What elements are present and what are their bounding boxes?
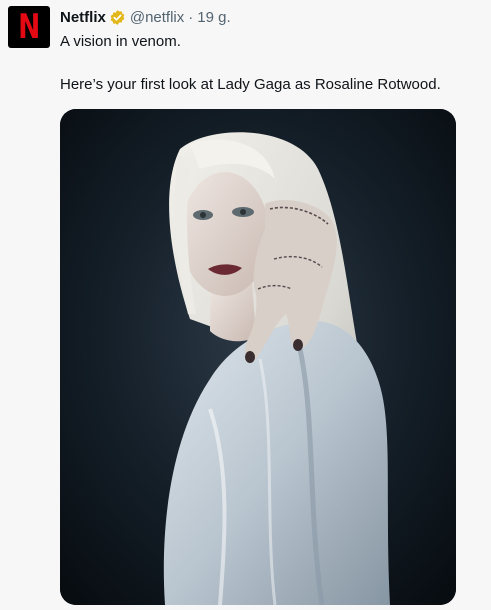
- author-handle[interactable]: @netflix: [130, 9, 184, 26]
- netflix-avatar[interactable]: N: [8, 6, 50, 48]
- verified-badge-icon: [109, 9, 126, 26]
- tweet-text-line-1: A vision in venom.: [60, 33, 181, 50]
- author-name[interactable]: Netflix: [60, 9, 106, 26]
- tweet[interactable]: N Netflix @netflix · 19 g. A vision in v…: [0, 0, 491, 610]
- portrait-illustration: [60, 109, 456, 605]
- tweet-text-line-2: Here’s your first look at Lady Gaga as R…: [60, 76, 441, 93]
- tweet-timestamp[interactable]: 19 g.: [197, 9, 230, 26]
- tweet-header: Netflix @netflix · 19 g.: [60, 7, 231, 27]
- separator-dot: ·: [188, 8, 194, 26]
- tweet-photo[interactable]: [60, 109, 456, 605]
- avatar-letter: N: [17, 7, 41, 47]
